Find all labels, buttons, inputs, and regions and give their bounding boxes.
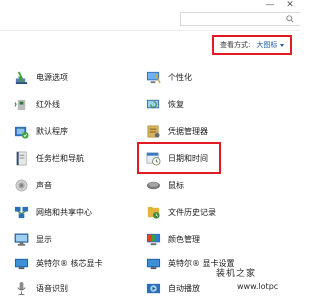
item-label: 语音识别 [36, 283, 68, 293]
item-speech-recognition[interactable]: 语音识别 [14, 278, 68, 298]
item-label: 显示 [36, 234, 52, 244]
item-label: 网络和共享中心 [36, 207, 92, 217]
item-label: 凭据管理器 [168, 126, 208, 136]
item-network[interactable]: 网络和共享中心 [14, 202, 92, 222]
intel-graphics-icon [14, 258, 29, 269]
item-label: 恢复 [168, 99, 184, 109]
sound-icon [15, 179, 28, 191]
item-file-history[interactable]: 文件历史记录 [146, 202, 216, 222]
item-date-time[interactable]: 日期和时间 [146, 148, 208, 168]
search-input[interactable] [180, 12, 300, 26]
watermark-url: www.lotpc [237, 282, 279, 291]
view-by-value[interactable]: 大图标 [256, 40, 277, 50]
item-label: 声音 [36, 180, 52, 190]
mouse-icon [146, 181, 161, 189]
item-taskbar[interactable]: 任务栏和导航 [14, 148, 84, 168]
default-programs-icon [14, 126, 29, 139]
item-label: 文件历史记录 [168, 207, 216, 217]
watermark-text: 装机之家 [216, 269, 257, 279]
network-icon [14, 206, 29, 218]
item-label: 默认程序 [36, 126, 68, 136]
item-power-options[interactable]: 电源选项 [14, 67, 68, 87]
item-display[interactable]: 显示 [14, 229, 52, 249]
window-controls: — ✕ [260, 0, 300, 10]
chevron-down-icon[interactable] [280, 43, 285, 47]
recovery-icon [146, 99, 160, 108]
item-infrared[interactable]: 红外线 [14, 94, 60, 114]
item-label: 鼠标 [168, 180, 184, 190]
title-bar: — ✕ [0, 0, 300, 10]
close-button[interactable]: ✕ [280, 0, 300, 10]
item-label: 颜色管理 [168, 234, 200, 244]
personalization-icon [146, 71, 161, 83]
item-label: 自动播放 [168, 283, 200, 293]
view-by-selector[interactable]: 查看方式: 大图标 [212, 35, 292, 55]
item-personalization[interactable]: 个性化 [146, 67, 192, 87]
item-color-management[interactable]: 颜色管理 [146, 229, 200, 249]
autoplay-icon [146, 283, 161, 293]
item-default-programs[interactable]: 默认程序 [14, 121, 68, 141]
taskbar-icon [16, 151, 27, 165]
item-label: 日期和时间 [168, 153, 208, 163]
control-panel-window: — ✕ 查看方式: 大图标 电源选项 红外线 默认程序 任务栏和导航 声音 网络… [0, 0, 300, 300]
item-mouse[interactable]: 鼠标 [146, 175, 184, 195]
infrared-icon [14, 99, 26, 110]
item-intel-graphics[interactable]: 英特尔® 核芯显卡 [14, 253, 103, 273]
item-label: 英特尔® 核芯显卡 [36, 258, 103, 268]
display-icon [14, 233, 29, 246]
view-by-label: 查看方式: [220, 41, 251, 49]
item-label: 任务栏和导航 [36, 153, 84, 163]
color-management-icon [146, 233, 161, 245]
search-icon[interactable] [286, 15, 294, 23]
credential-manager-icon [147, 125, 160, 138]
date-time-icon [146, 152, 161, 165]
item-recovery[interactable]: 恢复 [146, 94, 184, 114]
file-history-icon [147, 206, 160, 219]
item-sound[interactable]: 声音 [14, 175, 52, 195]
item-label: 电源选项 [36, 72, 68, 82]
item-autoplay[interactable]: 自动播放 [146, 278, 200, 298]
header-divider [0, 30, 300, 31]
item-credential-manager[interactable]: 凭据管理器 [146, 121, 208, 141]
speech-recognition-icon [17, 281, 26, 295]
power-options-icon [15, 70, 28, 84]
minimize-button[interactable]: — [260, 0, 280, 10]
intel-display-icon [146, 258, 161, 269]
item-label: 个性化 [168, 72, 192, 82]
item-label: 红外线 [36, 99, 60, 109]
